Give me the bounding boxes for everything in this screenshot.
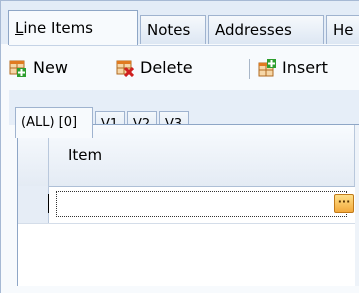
column-header-item[interactable]: Item xyxy=(49,125,355,186)
column-header-item-label: Item xyxy=(68,146,103,164)
ellipsis-button-label: ··· xyxy=(337,195,351,208)
text-caret xyxy=(48,194,49,213)
table-row: ··· xyxy=(18,186,359,224)
main-tab-strip: Line Items Notes Addresses He xyxy=(1,1,359,45)
line-items-grid: Item ··· xyxy=(17,124,359,286)
tab-notes-label: Notes xyxy=(147,21,191,39)
insert-button[interactable]: Insert xyxy=(258,56,359,80)
ellipsis-button[interactable]: ··· xyxy=(334,194,354,213)
tab-line-items-label: ine Items xyxy=(23,19,93,37)
grid-right-column xyxy=(355,125,359,286)
tab-view-all[interactable]: (ALL) [0] xyxy=(15,107,93,138)
new-grid-icon xyxy=(9,60,26,77)
insert-button-label: Insert xyxy=(282,58,328,77)
tab-addresses-label: Addresses xyxy=(215,21,292,39)
item-cell-editor[interactable] xyxy=(56,191,347,217)
tab-notes[interactable]: Notes xyxy=(140,15,206,44)
new-button-label: New xyxy=(33,58,68,77)
delete-grid-icon xyxy=(116,60,134,77)
delete-button[interactable]: Delete xyxy=(116,56,226,80)
toolbar-separator xyxy=(249,59,250,79)
editor-panel: Line Items Notes Addresses He New Delete… xyxy=(0,0,359,293)
view-tab-strip: (ALL) [0] V1 V2 V3 xyxy=(9,90,359,138)
tab-header-label: He xyxy=(333,21,354,39)
tab-header[interactable]: He xyxy=(326,15,359,44)
tab-view-all-label: (ALL) [0] xyxy=(21,115,78,130)
tab-line-items[interactable]: Line Items xyxy=(8,10,138,45)
delete-button-label: Delete xyxy=(140,58,193,77)
toolbar: New Delete Insert xyxy=(9,45,359,90)
row-indicator[interactable] xyxy=(18,186,49,223)
new-button[interactable]: New xyxy=(9,56,89,80)
insert-grid-icon xyxy=(258,59,276,77)
tab-addresses[interactable]: Addresses xyxy=(208,15,324,44)
